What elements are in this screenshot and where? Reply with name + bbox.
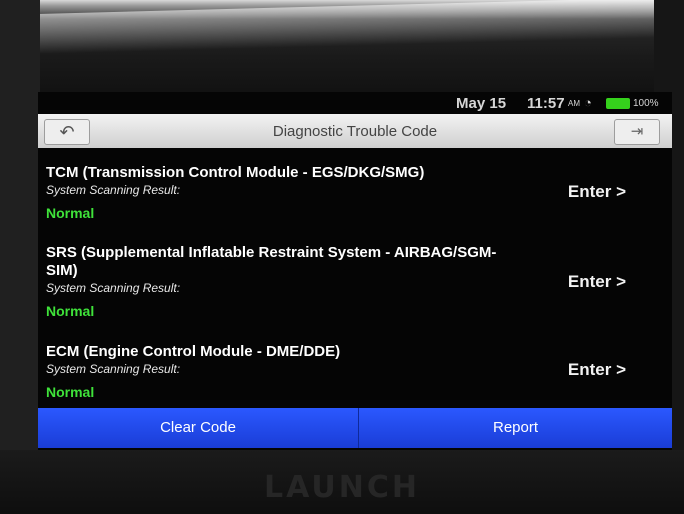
bottom-button-bar: Clear Code Report: [38, 408, 672, 448]
status-time: 11:57: [527, 95, 565, 112]
module-item-ecm: ECM (Engine Control Module - DME/DDE) Sy…: [46, 343, 646, 400]
battery-icon: [606, 98, 630, 109]
battery-percent: 100%: [633, 98, 659, 109]
module-name: TCM (Transmission Control Module - EGS/D…: [46, 164, 425, 181]
status-ampm: AM: [568, 99, 580, 108]
module-name: ECM (Engine Control Module - DME/DDE): [46, 343, 341, 360]
page-title: Diagnostic Trouble Code: [272, 123, 438, 140]
module-scan-label: System Scanning Result:: [46, 362, 181, 376]
exit-button[interactable]: ⇥: [614, 119, 660, 145]
enter-button-tcm[interactable]: Enter >: [568, 182, 626, 202]
module-scan-label: System Scanning Result:: [46, 281, 181, 295]
module-name: SRS (Supplemental Inflatable Restraint S…: [46, 244, 497, 279]
module-scan-label: System Scanning Result:: [46, 183, 181, 197]
status-date: May 15: [456, 95, 507, 112]
status-bar: May 15 11:57 AM ◔ 100%: [38, 92, 672, 114]
module-scan-result: Normal: [46, 205, 95, 221]
wifi-icon: ◔: [584, 95, 592, 110]
device-screen: May 15 11:57 AM ◔ 100% ↶ Diagnostic Trou…: [38, 92, 672, 450]
clear-code-button[interactable]: Clear Code: [38, 408, 358, 448]
exit-icon: ⇥: [630, 123, 644, 140]
enter-button-srs[interactable]: Enter >: [568, 272, 626, 292]
brand-logo: LAUNCH: [263, 470, 420, 505]
enter-button-ecm[interactable]: Enter >: [568, 360, 626, 380]
module-item-srs: SRS (Supplemental Inflatable Restraint S…: [46, 244, 646, 319]
module-item-tcm: TCM (Transmission Control Module - EGS/D…: [46, 164, 646, 221]
title-bar: ↶ Diagnostic Trouble Code ⇥: [38, 114, 672, 148]
device-bezel-left: [0, 0, 40, 514]
module-scan-result: Normal: [46, 384, 95, 400]
report-button[interactable]: Report: [359, 408, 672, 448]
module-scan-result: Normal: [46, 303, 95, 319]
